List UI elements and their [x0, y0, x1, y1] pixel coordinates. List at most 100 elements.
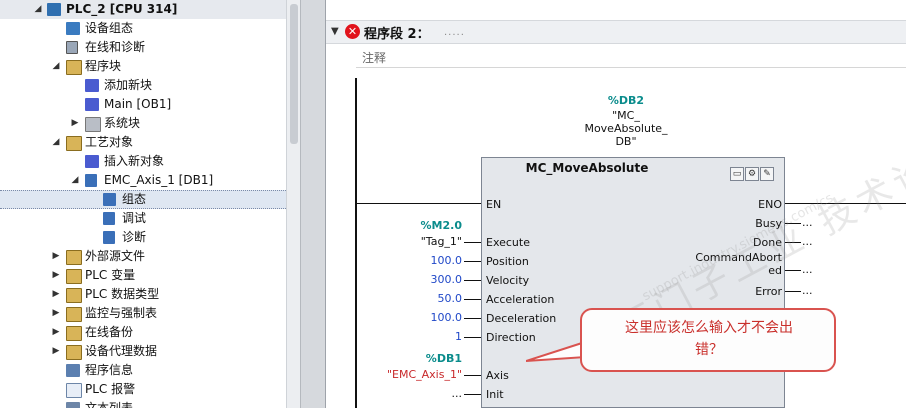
instance-db-name-line[interactable]: "MC_ [581, 109, 671, 122]
collapse-arrow-icon[interactable]: ▶ [51, 323, 61, 342]
axis-address[interactable]: %DB1 [406, 352, 462, 365]
tree-item-watch-force[interactable]: ▶ 监控与强制表 [0, 304, 300, 323]
position-wire [464, 261, 481, 262]
instance-db-name-line[interactable]: DB" [581, 135, 671, 148]
tree-item-text-list[interactable]: 文本列表 [0, 399, 300, 408]
device-proxy-folder-icon [66, 345, 82, 360]
watch-force-folder-icon [66, 307, 82, 322]
axis-object-icon [85, 174, 97, 187]
network-comment[interactable]: 注释 [356, 44, 913, 68]
tree-item-plc-datatypes[interactable]: ▶ PLC 数据类型 [0, 285, 300, 304]
expand-arrow-icon[interactable]: ◢ [51, 57, 61, 76]
tree-item-program-blocks[interactable]: ◢ 程序块 [0, 57, 300, 76]
external-source-folder-icon [66, 250, 82, 265]
tree-item-plc2[interactable]: ◢ PLC_2 [CPU 314] [0, 0, 300, 19]
velocity-operand[interactable]: 300.0 [406, 273, 463, 286]
tree-scrollbar-thumb[interactable] [290, 4, 298, 144]
project-tree: ◢ PLC_2 [CPU 314] 设备组态 在线和诊断 ◢ 程序块 添加新块 … [0, 0, 300, 408]
velocity-wire [464, 280, 481, 281]
direction-operand[interactable]: 1 [406, 330, 462, 343]
tree-item-label: Main [OB1] [104, 97, 172, 111]
collapse-arrow-icon[interactable]: ▶ [51, 304, 61, 323]
insert-object-icon [85, 155, 99, 168]
tree-item-label: 设备代理数据 [85, 344, 158, 358]
commandaborted-wire [785, 270, 801, 271]
tree-item-label: 监控与强制表 [85, 306, 158, 320]
panel-splitter[interactable] [300, 0, 326, 408]
tree-item-system-blocks[interactable]: ▶ 系统块 [0, 114, 300, 133]
device-config-icon [66, 22, 80, 35]
deceleration-operand[interactable]: 100.0 [406, 311, 463, 324]
tree-item-label: 文本列表 [85, 401, 134, 408]
tree-item-plc-alarm[interactable]: PLC 报警 [0, 380, 300, 399]
tree-item-insert-object[interactable]: 插入新对象 [0, 152, 300, 171]
callout-text: 这里应该怎么输入才不会出 错？ [596, 317, 822, 361]
deceleration-wire [464, 318, 481, 319]
block-config-icon[interactable]: ⚙ [745, 167, 759, 181]
tree-item-label: 在线备份 [85, 325, 134, 339]
tree-item-online-diagnostics[interactable]: 在线和诊断 [0, 38, 300, 57]
callout-line: 错？ [695, 342, 723, 358]
axis-wire [464, 375, 481, 376]
tree-item-program-info[interactable]: 程序信息 [0, 361, 300, 380]
pin-velocity: Velocity [486, 274, 530, 287]
collapse-arrow-icon[interactable]: ▶ [51, 285, 61, 304]
block-toolbar: ▭ ⚙ ✎ [730, 165, 775, 181]
ladder-editor: ▼ ✕ 程序段 2： ..... 注释 %DB2 "MC_ MoveAbsolu… [326, 0, 913, 408]
collapse-arrow-icon[interactable]: ▶ [51, 247, 61, 266]
expand-arrow-icon[interactable]: ◢ [51, 133, 61, 152]
tree-item-commissioning[interactable]: 调试 [0, 209, 300, 228]
block-info-icon[interactable]: ▭ [730, 167, 744, 181]
tree-item-label: 程序块 [85, 59, 122, 73]
execute-operand[interactable]: "Tag_1" [386, 235, 462, 248]
tree-item-emc-axis[interactable]: ◢ EMC_Axis_1 [DB1] [0, 171, 300, 190]
diagnostics-icon [103, 231, 115, 244]
plc-cpu-icon [47, 3, 61, 16]
technology-objects-folder-icon [66, 136, 82, 151]
tree-scrollbar[interactable] [286, 0, 300, 408]
tree-item-label: 设备组态 [85, 21, 134, 35]
program-blocks-folder-icon [66, 60, 82, 75]
plc-alarm-icon [66, 383, 82, 398]
tree-item-plc-tags[interactable]: ▶ PLC 变量 [0, 266, 300, 285]
position-operand[interactable]: 100.0 [406, 254, 463, 267]
callout-line: 这里应该怎么输入才不会出 [625, 320, 793, 336]
network-title: 程序段 2： [364, 27, 430, 42]
tree-item-axis-config[interactable]: 组态 [0, 190, 300, 209]
online-diagnostics-icon [66, 41, 78, 54]
tree-item-label: 外部源文件 [85, 249, 146, 263]
text-list-icon [66, 402, 80, 408]
init-wire [464, 394, 481, 395]
expand-arrow-icon[interactable]: ◢ [70, 171, 80, 190]
init-operand[interactable]: ... [426, 387, 463, 400]
power-rail [355, 78, 357, 408]
tree-item-diagnostics[interactable]: 诊断 [0, 228, 300, 247]
collapse-network-icon[interactable]: ▼ [331, 26, 339, 37]
tree-item-device-config[interactable]: 设备组态 [0, 19, 300, 38]
tree-item-label: PLC_2 [CPU 314] [66, 2, 178, 16]
collapse-arrow-icon[interactable]: ▶ [51, 266, 61, 285]
error-icon: ✕ [345, 24, 360, 39]
instance-db-address[interactable]: %DB2 [596, 94, 656, 107]
tree-item-technology-objects[interactable]: ◢ 工艺对象 [0, 133, 300, 152]
tree-item-label: 插入新对象 [104, 154, 165, 168]
expand-arrow-icon[interactable]: ◢ [33, 0, 43, 19]
tree-item-device-proxy[interactable]: ▶ 设备代理数据 [0, 342, 300, 361]
network-title-field[interactable]: ..... [444, 27, 465, 38]
tree-item-online-backup[interactable]: ▶ 在线备份 [0, 323, 300, 342]
pin-init: Init [486, 388, 504, 401]
axis-operand[interactable]: "EMC_Axis_1" [366, 368, 462, 381]
acceleration-operand[interactable]: 50.0 [406, 292, 463, 305]
tree-item-main-ob1[interactable]: Main [OB1] [0, 95, 300, 114]
collapse-arrow-icon[interactable]: ▶ [51, 342, 61, 361]
network-header[interactable]: ▼ ✕ 程序段 2： ..... [326, 20, 913, 44]
collapse-arrow-icon[interactable]: ▶ [70, 114, 80, 133]
execute-address[interactable]: %M2.0 [396, 219, 462, 232]
tree-item-add-block[interactable]: 添加新块 [0, 76, 300, 95]
instance-db-name-line[interactable]: MoveAbsolute_ [581, 122, 671, 135]
error-operand[interactable]: ... [802, 284, 813, 297]
block-diagnostics-icon[interactable]: ✎ [760, 167, 774, 181]
tree-item-external-sources[interactable]: ▶ 外部源文件 [0, 247, 300, 266]
pin-acceleration: Acceleration [486, 293, 555, 306]
commandaborted-operand[interactable]: ... [802, 263, 813, 276]
